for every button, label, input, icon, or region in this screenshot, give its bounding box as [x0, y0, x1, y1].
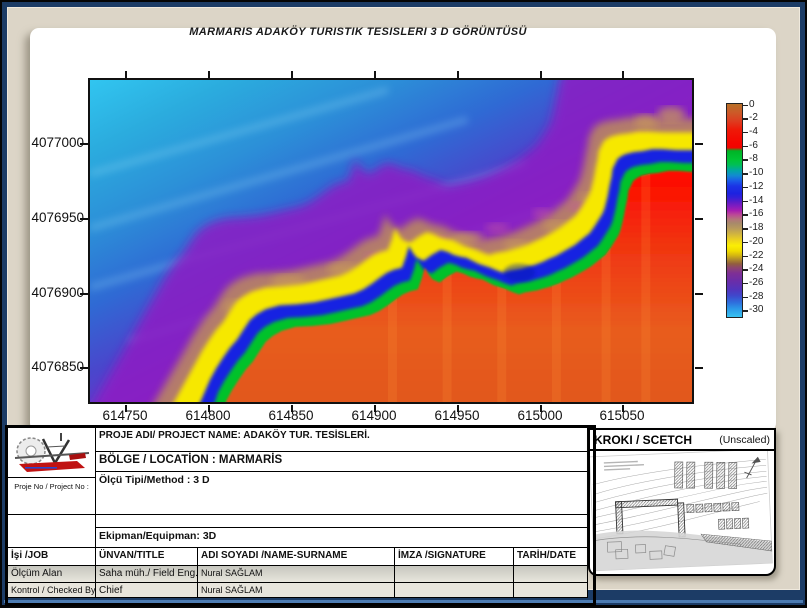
row2-job: Kontrol / Checked By	[8, 583, 96, 598]
colorbar-label: -30	[749, 304, 779, 315]
colorbar-label: -22	[749, 250, 779, 261]
y-tick-label: 4077000	[24, 135, 84, 150]
y-tick-right	[695, 143, 703, 145]
y-tick-label: 4076900	[24, 285, 84, 300]
colorbar-label: -10	[749, 167, 779, 178]
colorbar-label: -2	[749, 112, 779, 123]
colorbar-label: -4	[749, 126, 779, 137]
logo-cell	[8, 428, 96, 478]
map-title: MARMARIS ADAKÖY TURISTIK TESISLERI 3 D G…	[88, 26, 628, 38]
x-tick-label: 614850	[251, 408, 331, 423]
colorbar-label: -24	[749, 263, 779, 274]
y-tick-label: 4076850	[24, 359, 84, 374]
colorbar-label: -20	[749, 236, 779, 247]
colorbar-tick	[743, 283, 748, 285]
x-tick-top	[622, 71, 624, 78]
colorbar-tick	[743, 310, 748, 312]
colorbar-tick	[743, 201, 748, 203]
title-block-table: Proje No / Project No : PROJE ADI/ PROJE…	[8, 428, 588, 598]
row2-signature	[395, 583, 514, 598]
sketch-scale-note: (Unscaled)	[719, 434, 770, 446]
x-tick-label: 614750	[85, 408, 165, 423]
colorbar-tick	[743, 242, 748, 244]
colorbar-tick	[743, 173, 748, 175]
colorbar-tick	[743, 146, 748, 148]
x-tick-top	[125, 71, 127, 78]
x-tick-top	[291, 71, 293, 78]
x-tick-label: 614950	[417, 408, 497, 423]
sketch-title: KROKI / SCETCH	[594, 433, 692, 447]
colorbar-label: 0	[749, 99, 779, 110]
header-job: İşi /JOB	[8, 548, 96, 566]
row1-job: Ölçüm Alan	[8, 566, 96, 583]
colorbar-label: -12	[749, 181, 779, 192]
colorbar-label: -28	[749, 291, 779, 302]
row2-date	[514, 583, 588, 598]
x-tick-label: 615050	[582, 408, 662, 423]
colorbar-tick	[743, 214, 748, 216]
x-tick-label: 615000	[500, 408, 580, 423]
location-cell: BÖLGE / LOCATİON : MARMARİS	[96, 452, 588, 472]
colorbar-tick	[743, 118, 748, 120]
method-cell: Ölçü Tipi/Method : 3 D	[96, 472, 588, 515]
colorbar-label: -26	[749, 277, 779, 288]
sketch-header: KROKI / SCETCH (Unscaled)	[590, 430, 774, 451]
colorbar-tick	[743, 269, 748, 271]
colorbar-tick	[743, 159, 748, 161]
y-tick-label: 4076950	[24, 210, 84, 225]
row1-title: Saha müh./ Field Eng.	[96, 566, 198, 583]
x-tick-top	[208, 71, 210, 78]
x-tick-top	[374, 71, 376, 78]
colorbar-label: -16	[749, 208, 779, 219]
project-no-label: Proje No / Project No :	[8, 478, 96, 515]
bathymetry-heatmap	[90, 80, 692, 402]
left-empty-cell	[8, 515, 96, 548]
site-sketch-drawing	[590, 451, 773, 573]
header-signature: İMZA /SIGNATURE	[395, 548, 514, 566]
colorbar-tick	[743, 187, 748, 189]
survey-sheet: MARMARIS ADAKÖY TURISTIK TESISLERI 3 D G…	[0, 0, 807, 608]
x-tick-top	[540, 71, 542, 78]
colorbar-tick	[743, 105, 748, 107]
frame-accent-line	[4, 600, 803, 603]
row2-title: Chief	[96, 583, 198, 598]
depth-colorbar	[726, 103, 743, 318]
y-tick-right	[695, 293, 703, 295]
colorbar-label: -14	[749, 195, 779, 206]
row1-signature	[395, 566, 514, 583]
x-tick-label: 614900	[334, 408, 414, 423]
colorbar-tick	[743, 132, 748, 134]
colorbar-tick	[743, 297, 748, 299]
row1-date	[514, 566, 588, 583]
row2-name: Nural SAĞLAM	[198, 583, 395, 598]
header-date: TARİH/DATE	[514, 548, 588, 566]
spacer-cell	[96, 515, 588, 528]
colorbar-tick	[743, 228, 748, 230]
company-logo	[9, 429, 95, 476]
equipment-cell: Ekipman/Equipman: 3D	[96, 528, 588, 548]
header-title: ÜNVAN/TITLE	[96, 548, 198, 566]
bathymetry-plot	[88, 78, 694, 404]
sketch-panel: KROKI / SCETCH (Unscaled)	[588, 428, 776, 576]
colorbar-label: -6	[749, 140, 779, 151]
header-name: ADI SOYADI /NAME-SURNAME	[198, 548, 395, 566]
colorbar-label: -18	[749, 222, 779, 233]
row1-name: Nural SAĞLAM	[198, 566, 395, 583]
y-tick-right	[695, 367, 703, 369]
project-name-cell: PROJE ADI/ PROJECT NAME: ADAKÖY TUR. TES…	[96, 428, 588, 452]
x-tick-top	[457, 71, 459, 78]
colorbar-label: -8	[749, 153, 779, 164]
x-tick-label: 614800	[168, 408, 248, 423]
colorbar-tick	[743, 256, 748, 258]
y-tick-right	[695, 218, 703, 220]
